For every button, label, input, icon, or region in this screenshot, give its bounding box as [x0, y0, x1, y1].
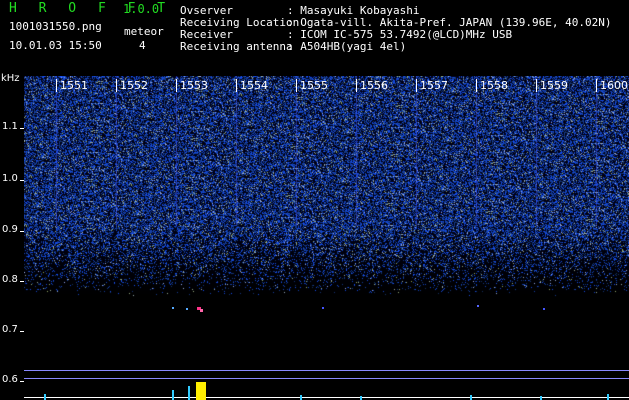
meteor-echo — [322, 307, 324, 309]
freq-label-1-0: 1.0 — [2, 173, 18, 184]
freq-label-1-1: 1.1 — [2, 121, 18, 132]
spectrogram: 1551 1552 1553 1554 1555 1556 1557 1558 … — [24, 76, 629, 400]
signal-bar — [188, 386, 190, 400]
meteor-echo — [172, 307, 174, 309]
antenna-value: : A504HB(yagi 4el) — [287, 40, 407, 53]
meteor-echo — [477, 305, 479, 307]
freq-label-0-7: 0.7 — [2, 324, 18, 335]
spectrogram-noise — [24, 76, 629, 400]
signal-bar — [470, 395, 472, 400]
time-label-1558: 1558 — [476, 79, 508, 92]
time-label-1557: 1557 — [416, 79, 448, 92]
time-label-1555: 1555 — [296, 79, 328, 92]
time-label-1600: 1600 — [596, 79, 628, 92]
meteor-echo — [200, 309, 203, 312]
signal-bar — [607, 394, 609, 400]
signal-bar — [300, 395, 302, 400]
time-label-1559: 1559 — [536, 79, 568, 92]
filename-label: 1001031550.png — [9, 20, 102, 33]
meteor-echo — [543, 308, 545, 310]
marker-line-middle — [24, 378, 629, 379]
time-label-1554: 1554 — [236, 79, 268, 92]
freq-label-0-6: 0.6 — [2, 374, 18, 385]
marker-line-upper — [24, 370, 629, 371]
version-label: 1.0.0 — [123, 2, 160, 16]
freq-label-0-8: 0.8 — [2, 274, 18, 285]
time-label-1556: 1556 — [356, 79, 388, 92]
meteor-signal-bar — [196, 382, 206, 400]
signal-bar — [44, 394, 46, 400]
meteor-label: meteor — [124, 25, 164, 38]
meteor-count: 4 — [139, 39, 146, 52]
baseline — [24, 397, 629, 398]
header-panel: H R O F F T 1.0.0 1001031550.png 10.01.0… — [0, 0, 629, 76]
signal-bar — [360, 396, 362, 400]
signal-bar — [172, 390, 174, 400]
frequency-unit: kHz — [1, 73, 20, 84]
time-label-1552: 1552 — [116, 79, 148, 92]
signal-bar — [540, 396, 542, 400]
time-label-1551: 1551 — [56, 79, 88, 92]
datetime-label: 10.01.03 15:50 — [9, 39, 102, 52]
time-label-1553: 1553 — [176, 79, 208, 92]
freq-label-0-9: 0.9 — [2, 224, 18, 235]
frequency-axis: kHz 1.1 1.0 0.9 0.8 0.7 0.6 — [0, 73, 24, 400]
antenna-label: Receiving antenna — [180, 40, 293, 53]
meteor-echo — [186, 308, 188, 310]
